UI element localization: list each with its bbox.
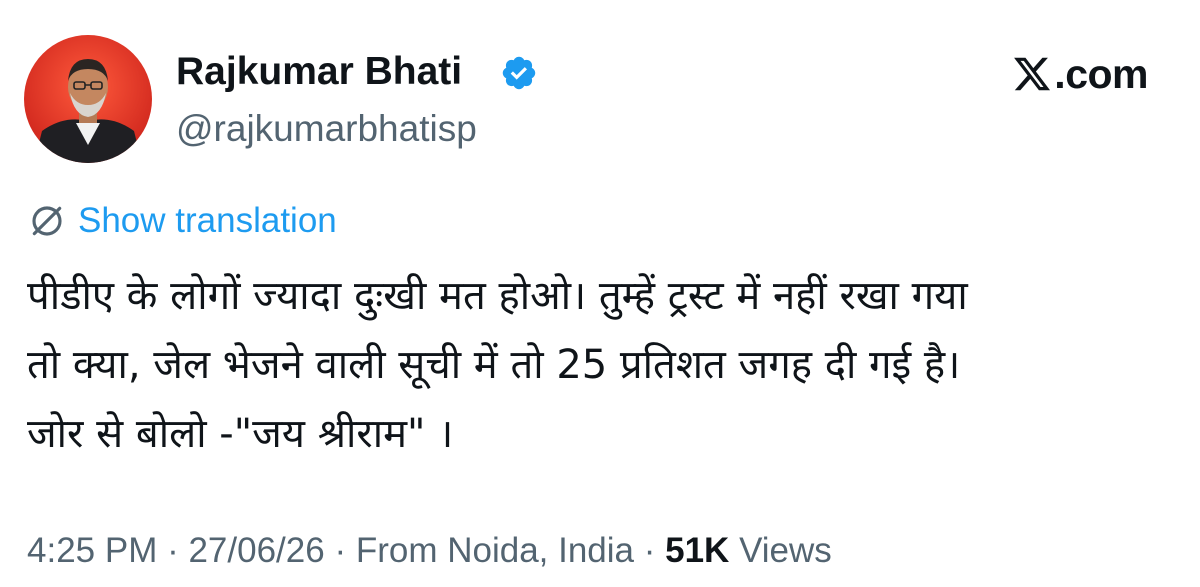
show-translation-label[interactable]: Show translation: [78, 198, 337, 244]
avatar[interactable]: [24, 35, 152, 163]
tweet-text: पीडीए के लोगों ज्यादा दुःखी मत होओ। तुम्…: [27, 262, 1177, 469]
meta-separator: ·: [634, 531, 666, 570]
tweet-time[interactable]: 4:25 PM: [27, 531, 157, 570]
tweet-card: Rajkumar Bhati @rajkumarbhatisp .com Sho…: [0, 0, 1200, 587]
show-translation-button[interactable]: Show translation: [28, 198, 337, 244]
meta-separator: ·: [324, 531, 356, 570]
x-logo-icon: [1014, 57, 1051, 91]
tweet-date[interactable]: 27/06/26: [188, 531, 324, 570]
verified-badge-icon[interactable]: [500, 54, 538, 92]
tweet-text-line: पीडीए के लोगों ज्यादा दुःखी मत होओ। तुम्…: [27, 273, 968, 319]
views-label[interactable]: Views: [739, 531, 832, 570]
tweet-text-line: जोर से बोलो -"जय श्रीराम" ।: [27, 411, 454, 457]
brand-domain: .com: [1054, 51, 1148, 97]
brand-logo: .com: [1012, 50, 1148, 98]
views-count[interactable]: 51K: [665, 531, 729, 570]
avatar-image: [24, 35, 152, 163]
tweet-text-line: तो क्या, जेल भेजने वाली सूची में तो 25 प…: [27, 342, 961, 388]
globe-icon: [32, 206, 62, 236]
meta-separator: ·: [157, 531, 189, 570]
author-name[interactable]: Rajkumar Bhati: [176, 48, 462, 96]
author-handle[interactable]: @rajkumarbhatisp: [176, 106, 477, 152]
tweet-metadata: 4:25 PM · 27/06/26 · From Noida, India ·…: [27, 528, 832, 574]
tweet-location: From Noida, India: [355, 531, 634, 570]
